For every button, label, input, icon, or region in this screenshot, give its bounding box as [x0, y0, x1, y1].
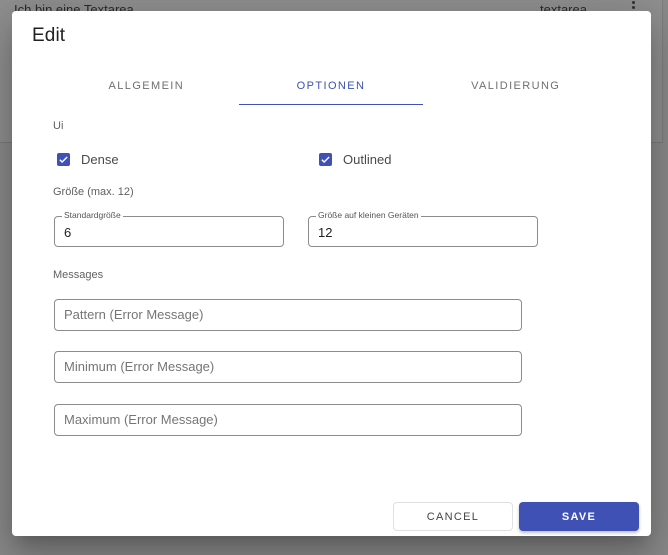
outlined-checkbox-label: Outlined: [343, 152, 392, 167]
edit-dialog: Edit ALLGEMEIN OPTIONEN VALIDIERUNG Ui D…: [12, 11, 651, 536]
minimum-error-field: [54, 351, 522, 383]
minimum-error-input[interactable]: [64, 359, 512, 374]
ui-section-label: Ui: [53, 120, 64, 132]
dense-checkbox-label: Dense: [81, 152, 119, 167]
tab-validierung[interactable]: VALIDIERUNG: [423, 69, 608, 105]
maximum-error-input[interactable]: [64, 412, 512, 427]
pattern-error-field: [54, 299, 522, 331]
cancel-button[interactable]: CANCEL: [393, 502, 513, 531]
outlined-checkbox[interactable]: Outlined: [319, 152, 391, 167]
size-section-label: Größe (max. 12): [53, 186, 134, 198]
small-device-size-input[interactable]: [318, 225, 528, 240]
standard-size-label: Standardgröße: [62, 210, 123, 220]
tab-optionen[interactable]: OPTIONEN: [238, 69, 424, 105]
messages-section-label: Messages: [53, 269, 104, 281]
maximum-error-field: [54, 404, 522, 436]
small-device-size-label: Größe auf kleinen Geräten: [316, 210, 421, 220]
checkbox-checked-icon[interactable]: [57, 153, 70, 166]
standard-size-input[interactable]: [64, 225, 274, 240]
standard-size-field: Standardgröße: [54, 210, 284, 247]
save-button[interactable]: SAVE: [519, 502, 639, 531]
checkbox-checked-icon[interactable]: [319, 153, 332, 166]
dense-checkbox[interactable]: Dense: [57, 152, 119, 167]
pattern-error-input[interactable]: [64, 307, 512, 322]
tab-bar: ALLGEMEIN OPTIONEN VALIDIERUNG: [54, 69, 608, 105]
tab-allgemein[interactable]: ALLGEMEIN: [54, 69, 239, 105]
small-device-size-field: Größe auf kleinen Geräten: [308, 210, 538, 247]
dialog-title: Edit: [32, 25, 66, 46]
